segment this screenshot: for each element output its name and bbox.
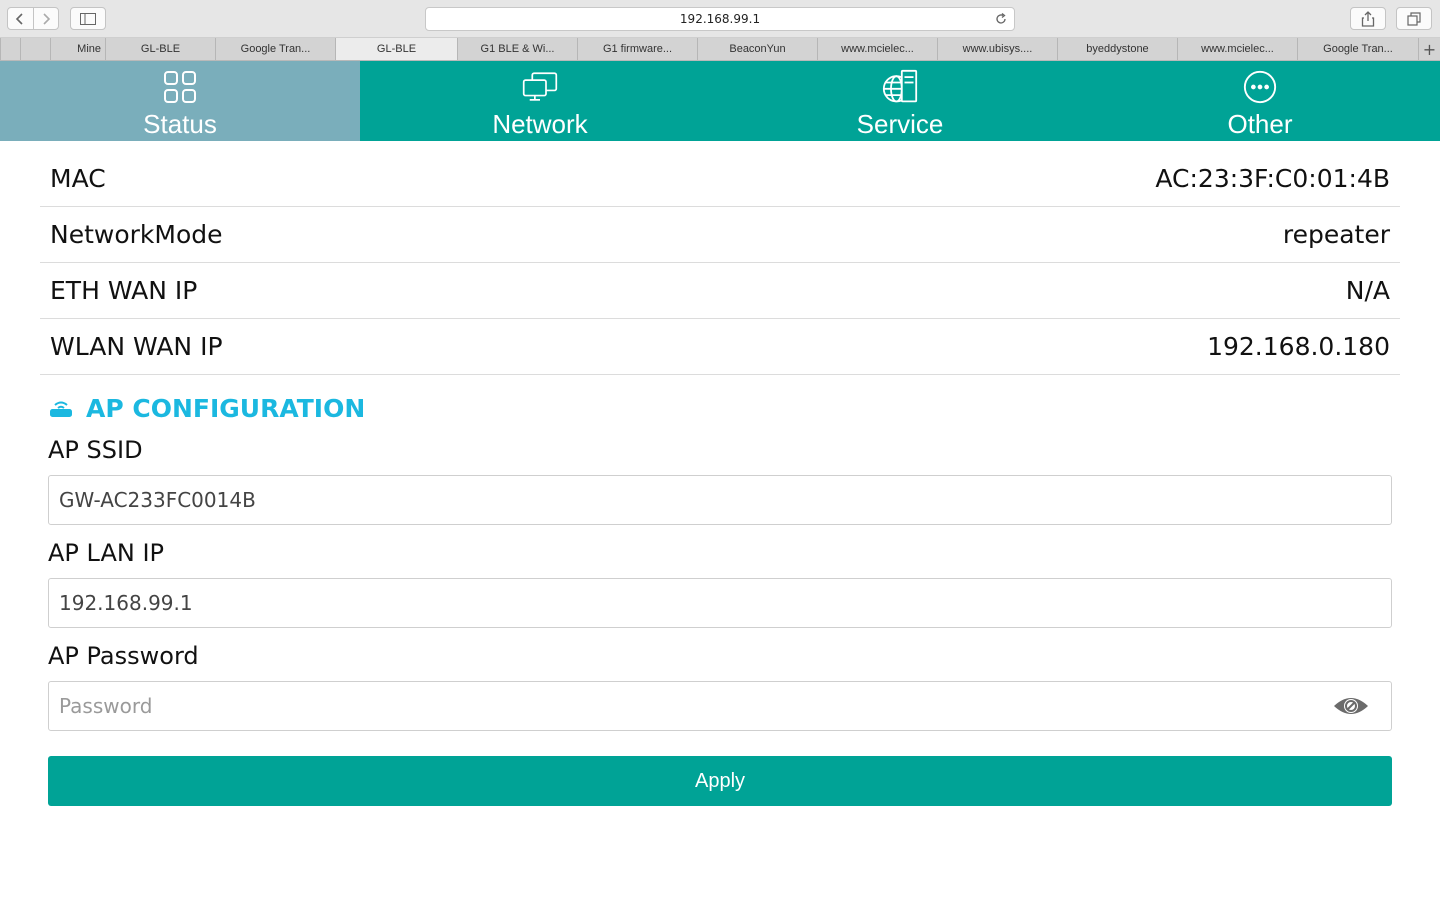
share-icon xyxy=(1361,10,1375,27)
row-label: MAC xyxy=(50,164,106,193)
browser-tab[interactable]: www.mcielec... xyxy=(1177,38,1297,60)
browser-tab[interactable]: Google Tran... xyxy=(215,38,335,60)
row-label: WLAN WAN IP xyxy=(50,332,223,361)
row-value: 192.168.0.180 xyxy=(1207,332,1390,361)
browser-tab[interactable]: G1 BLE & Wi... xyxy=(457,38,577,60)
ap-lan-ip-input[interactable] xyxy=(48,578,1392,628)
status-row-wlan-wan-ip: WLAN WAN IP 192.168.0.180 xyxy=(40,319,1400,375)
nav-item-network[interactable]: Network xyxy=(360,61,720,141)
tab-pinned-1[interactable] xyxy=(0,38,20,60)
nav-label: Network xyxy=(492,109,588,139)
monitors-icon xyxy=(522,67,558,107)
apply-button[interactable]: Apply xyxy=(48,756,1392,806)
ap-ssid-input[interactable] xyxy=(48,475,1392,525)
ap-lan-ip-label: AP LAN IP xyxy=(48,539,164,567)
tab-pinned-2[interactable] xyxy=(20,38,50,60)
router-icon xyxy=(50,398,72,418)
chevron-right-icon xyxy=(43,12,51,25)
status-row-mac: MAC AC:23:3F:C0:01:4B xyxy=(40,151,1400,207)
nav-item-status[interactable]: Status xyxy=(0,61,360,141)
main-nav: Status Network Service Other xyxy=(0,61,1440,141)
forward-button[interactable] xyxy=(32,8,58,29)
browser-toolbar: 192.168.99.1 xyxy=(0,0,1440,38)
status-row-eth-wan-ip: ETH WAN IP N/A xyxy=(40,263,1400,319)
nav-item-service[interactable]: Service xyxy=(720,61,1080,141)
back-button[interactable] xyxy=(8,8,33,29)
row-label: NetworkMode xyxy=(50,220,223,249)
browser-tab-bar: Mine GL-BLE Google Tran... GL-BLE G1 BLE… xyxy=(0,38,1440,61)
ap-password-input[interactable] xyxy=(48,681,1392,731)
browser-tab[interactable]: Google Tran... xyxy=(1297,38,1418,60)
address-bar[interactable]: 192.168.99.1 xyxy=(425,7,1015,31)
tabs-icon xyxy=(1407,11,1421,26)
sidebar-toggle-button[interactable] xyxy=(70,7,106,30)
section-title-text: AP CONFIGURATION xyxy=(86,393,366,423)
browser-tab[interactable]: GL-BLE xyxy=(105,38,215,60)
sidebar-icon xyxy=(80,12,96,25)
new-tab-button[interactable]: + xyxy=(1418,38,1440,60)
reload-icon[interactable] xyxy=(994,12,1008,26)
grid-icon xyxy=(162,67,198,107)
address-text: 192.168.99.1 xyxy=(679,12,761,26)
nav-buttons xyxy=(7,7,59,30)
browser-tab[interactable]: www.mcielec... xyxy=(817,38,937,60)
nav-label: Service xyxy=(856,109,944,139)
browser-tab[interactable]: G1 firmware... xyxy=(577,38,697,60)
nav-label: Status xyxy=(143,109,217,139)
show-tabs-button[interactable] xyxy=(1396,7,1432,30)
eye-slash-icon[interactable] xyxy=(1332,691,1370,721)
nav-item-other[interactable]: Other xyxy=(1080,61,1440,141)
browser-tab[interactable]: www.ubisys.... xyxy=(937,38,1057,60)
chevron-left-icon xyxy=(16,12,24,25)
row-value: AC:23:3F:C0:01:4B xyxy=(1155,164,1390,193)
row-value: N/A xyxy=(1345,276,1390,305)
row-value: repeater xyxy=(1282,220,1390,249)
row-label: ETH WAN IP xyxy=(50,276,198,305)
browser-tab-active[interactable]: GL-BLE xyxy=(335,38,457,60)
nav-label: Other xyxy=(1227,109,1293,139)
more-icon xyxy=(1242,67,1278,107)
status-row-network-mode: NetworkMode repeater xyxy=(40,207,1400,263)
share-button[interactable] xyxy=(1350,7,1386,30)
browser-tab[interactable]: BeaconYun xyxy=(697,38,817,60)
ap-password-label: AP Password xyxy=(48,642,199,670)
section-title-ap-config: AP CONFIGURATION xyxy=(50,392,365,424)
browser-tab[interactable]: byeddystone xyxy=(1057,38,1177,60)
browser-tab[interactable]: Mine xyxy=(50,38,105,60)
ap-ssid-label: AP SSID xyxy=(48,436,143,464)
globe-server-icon xyxy=(882,67,918,107)
